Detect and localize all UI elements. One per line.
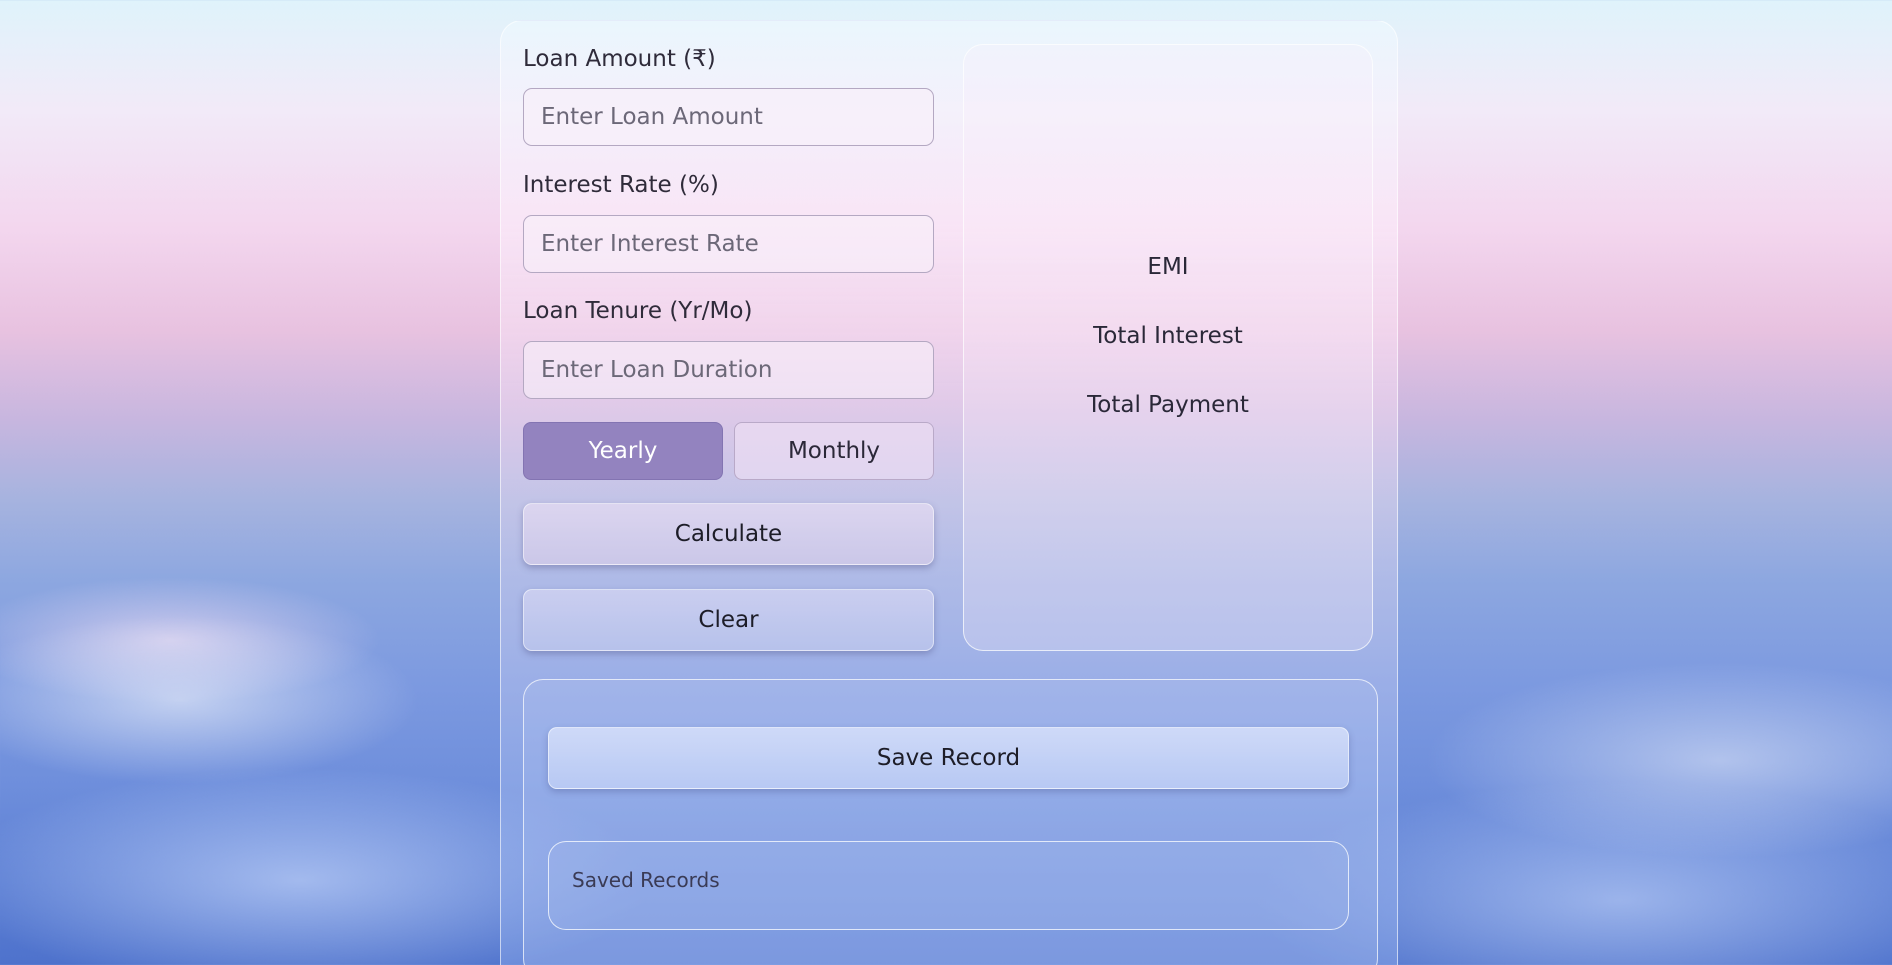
clear-button[interactable]: Clear: [523, 589, 934, 651]
calculate-button[interactable]: Calculate: [523, 503, 934, 565]
yearly-toggle-button[interactable]: Yearly: [523, 422, 723, 480]
interest-rate-input[interactable]: [523, 215, 934, 273]
loan-tenure-input[interactable]: [523, 341, 934, 399]
loan-amount-input[interactable]: [523, 88, 934, 146]
interest-rate-label: Interest Rate (%): [523, 172, 719, 198]
total-payment-label: Total Payment: [1087, 392, 1249, 418]
monthly-toggle-button[interactable]: Monthly: [734, 422, 934, 480]
emi-label: EMI: [1147, 254, 1189, 280]
total-interest-label: Total Interest: [1093, 323, 1243, 349]
save-record-button[interactable]: Save Record: [548, 727, 1349, 789]
loan-amount-label: Loan Amount (₹): [523, 46, 716, 72]
saved-records-title: Saved Records: [572, 868, 720, 892]
loan-tenure-label: Loan Tenure (Yr/Mo): [523, 298, 753, 324]
